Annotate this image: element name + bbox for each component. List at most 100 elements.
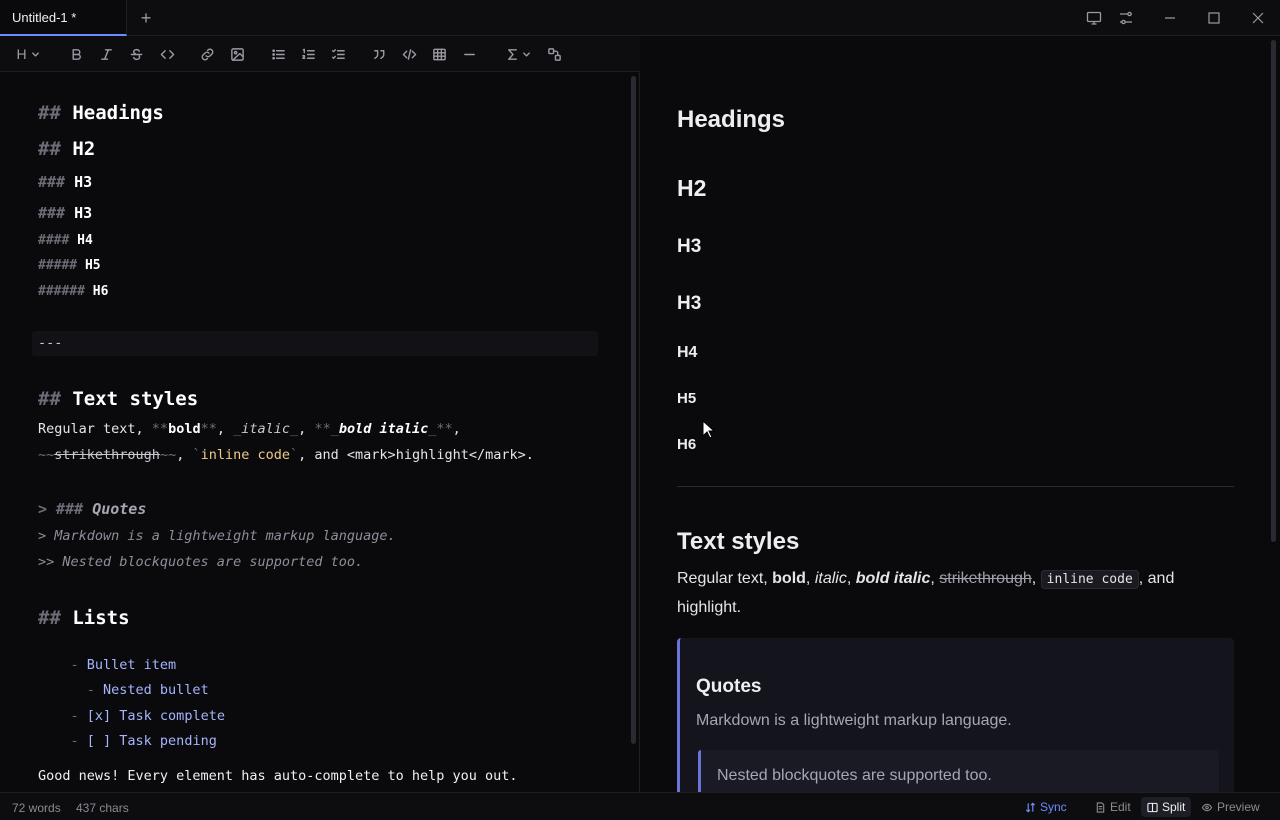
task-list-button[interactable] <box>328 44 348 64</box>
numbered-list-button[interactable] <box>298 44 318 64</box>
word-count: 72 words <box>12 801 61 815</box>
strike-text: strikethrough <box>54 447 160 463</box>
code-icon <box>160 49 174 59</box>
mode-preview-label: Preview <box>1217 800 1260 814</box>
plain-text: , and <mark>highlight</mark>. <box>298 447 534 463</box>
italic-button[interactable] <box>96 44 116 64</box>
editor-scrollbar[interactable] <box>631 76 636 744</box>
editor-line-footer: Good news! Every element has auto-comple… <box>38 768 518 784</box>
strikethrough-icon <box>130 48 142 60</box>
preview-paragraph-line-2: highlight. <box>677 599 742 616</box>
editor-line-h6: ###### H6 <box>38 284 108 299</box>
heading-marker: ## <box>38 388 73 410</box>
heading-dropdown[interactable]: H <box>12 44 44 64</box>
heading-text: H3 <box>74 173 93 191</box>
markdown-editor[interactable]: ## Headings ## H2 ### H3 ### H3 #### H4 … <box>0 72 640 792</box>
bold-italic-marker: _** <box>428 421 453 437</box>
status-bar: 72 words 437 chars Sync Edit Split Previ… <box>0 792 1280 820</box>
tab-title: Untitled-1 * <box>12 10 77 25</box>
heading-marker: ### <box>38 173 75 191</box>
sync-toggle[interactable]: Sync <box>1019 797 1073 817</box>
link-button[interactable] <box>197 44 217 64</box>
document-icon <box>1096 801 1105 813</box>
heading-text: H3 <box>74 204 93 222</box>
italic-text: italic <box>241 421 291 437</box>
link-icon <box>201 48 213 60</box>
preview-heading-h3a: H3 <box>677 236 702 257</box>
plain-text: , <box>452 421 461 437</box>
editor-line-quote-head: > ### Quotes <box>38 500 146 518</box>
heading-text: H6 <box>92 284 109 299</box>
inline-code-button[interactable] <box>157 44 177 64</box>
plain-text: , <box>176 447 193 463</box>
bold-button[interactable] <box>66 44 86 64</box>
code-block-button[interactable] <box>399 44 419 64</box>
image-icon <box>230 47 244 61</box>
sigma-icon <box>508 48 517 60</box>
plain-text: , <box>216 421 234 437</box>
strikethrough-button[interactable] <box>126 44 146 64</box>
editor-line-text-styles: ## Text styles <box>38 388 198 410</box>
image-button[interactable] <box>227 44 247 64</box>
list-text: [ ] Task pending <box>86 733 217 749</box>
heading-text: Lists <box>72 607 130 629</box>
document-tab[interactable]: Untitled-1 * <box>0 0 127 36</box>
preview-blockquote: Quotes Markdown is a lightweight markup … <box>677 638 1234 792</box>
eye-icon <box>1201 803 1213 811</box>
horizontal-rule-button[interactable] <box>459 44 479 64</box>
bullet-list-button[interactable] <box>268 44 288 64</box>
editor-line-h4: #### H4 <box>38 233 93 248</box>
new-tab-button[interactable]: + <box>136 8 156 28</box>
bold-marker: ** <box>200 421 217 437</box>
maximize-icon[interactable] <box>1204 8 1224 28</box>
numbered-list-icon <box>301 48 315 59</box>
mode-split-button[interactable]: Split <box>1141 797 1192 817</box>
char-count: 437 chars <box>76 801 129 815</box>
italic-icon <box>100 48 112 60</box>
strike-marker: ~~ <box>159 447 177 463</box>
inline-code-text: inline code <box>200 447 291 463</box>
quote-button[interactable] <box>369 44 389 64</box>
diagram-icon <box>547 47 561 61</box>
plain-text: , and <box>1138 570 1175 587</box>
preview-heading-h3b: H3 <box>677 293 702 314</box>
preview-scrollbar[interactable] <box>1271 40 1276 542</box>
quote-heading: Quotes <box>696 676 762 697</box>
mouse-cursor-icon <box>702 420 716 439</box>
quote-text: Markdown is a lightweight markup languag… <box>696 712 1012 729</box>
editor-line-h3a: ### H3 <box>38 173 92 191</box>
preview-heading-h5: H5 <box>677 390 697 407</box>
plain-text: , <box>1031 570 1041 587</box>
mode-preview-button[interactable]: Preview <box>1195 797 1266 817</box>
table-button[interactable] <box>429 44 449 64</box>
sliders-icon[interactable] <box>1116 8 1136 28</box>
heading-marker: ###### <box>38 284 93 299</box>
math-dropdown[interactable] <box>502 44 534 64</box>
heading-label: H <box>16 46 27 62</box>
editor-line-h2: ## H2 <box>38 138 95 160</box>
code-marker: ` <box>192 447 201 463</box>
bold-text: bold <box>772 570 806 587</box>
heading-marker: ## <box>38 138 73 160</box>
preview-heading-headings: Headings <box>677 106 786 133</box>
monitor-icon[interactable] <box>1084 8 1104 28</box>
split-view-icon <box>1147 802 1158 812</box>
close-icon[interactable] <box>1248 8 1268 28</box>
preview-heading-text-styles: Text styles <box>677 528 800 555</box>
diagram-button[interactable] <box>544 44 564 64</box>
italic-text: italic <box>814 570 847 587</box>
heading-text: H4 <box>77 233 93 248</box>
editor-line-headings: ## Headings <box>38 102 164 124</box>
preview-heading-h4: H4 <box>677 344 698 361</box>
mode-edit-button[interactable]: Edit <box>1089 797 1137 817</box>
chevron-down-icon <box>523 51 530 57</box>
editor-line-styles-1: Regular text, **bold**, _italic_, **_bol… <box>38 421 461 437</box>
strike-marker: ~~ <box>38 447 55 463</box>
heading-text: Text styles <box>72 388 199 410</box>
current-line-highlight <box>32 331 598 356</box>
bullet-list-icon <box>271 48 285 60</box>
sync-arrows-icon <box>1025 802 1036 812</box>
editor-line-quote-1: > Markdown is a lightweight markup langu… <box>38 528 396 544</box>
minimize-icon[interactable] <box>1160 8 1180 28</box>
plain-text: Regular text, <box>38 421 152 437</box>
